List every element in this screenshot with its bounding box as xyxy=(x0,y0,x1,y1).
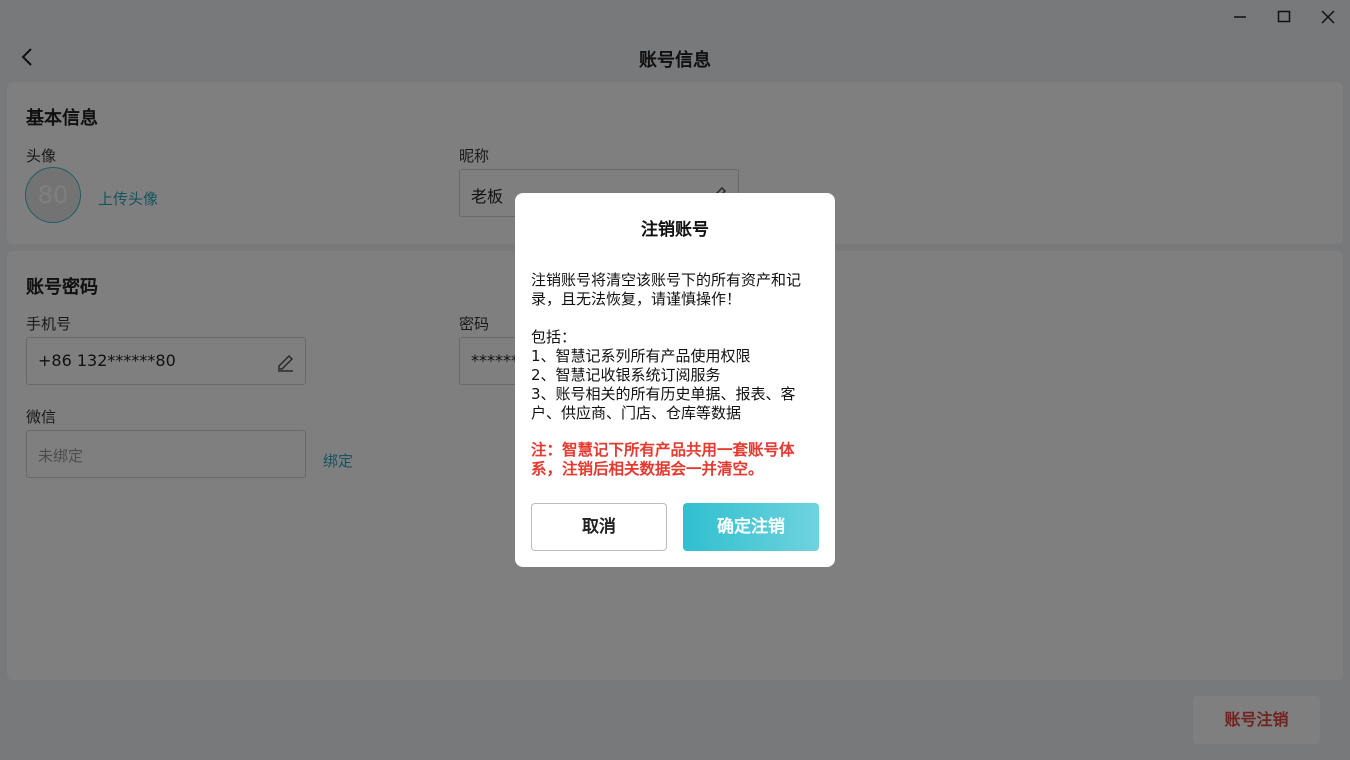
dialog-item: 1、智慧记系列所有产品使用权限 xyxy=(531,347,751,365)
dialog-warning: 注：智慧记下所有产品共用一套账号体系，注销后相关数据会一并清空。 xyxy=(531,441,795,478)
confirm-deactivate-button[interactable]: 确定注销 xyxy=(683,503,819,551)
cancel-button[interactable]: 取消 xyxy=(531,503,667,551)
dialog-title: 注销账号 xyxy=(641,220,709,240)
dialog-item: 3、账号相关的所有历史单据、报表、客户、供应商、门店、仓库等数据 xyxy=(531,385,796,422)
dialog-body: 注销账号将清空该账号下的所有资产和记录，且无法恢复，请谨慎操作！ 包括： 1、智… xyxy=(531,271,823,423)
deactivate-dialog: 注销账号 注销账号将清空该账号下的所有资产和记录，且无法恢复，请谨慎操作！ 包括… xyxy=(515,193,835,567)
dialog-item: 2、智慧记收银系统订阅服务 xyxy=(531,366,721,384)
dialog-intro: 注销账号将清空该账号下的所有资产和记录，且无法恢复，请谨慎操作！ xyxy=(531,271,802,308)
dialog-includes-label: 包括： xyxy=(531,328,577,346)
